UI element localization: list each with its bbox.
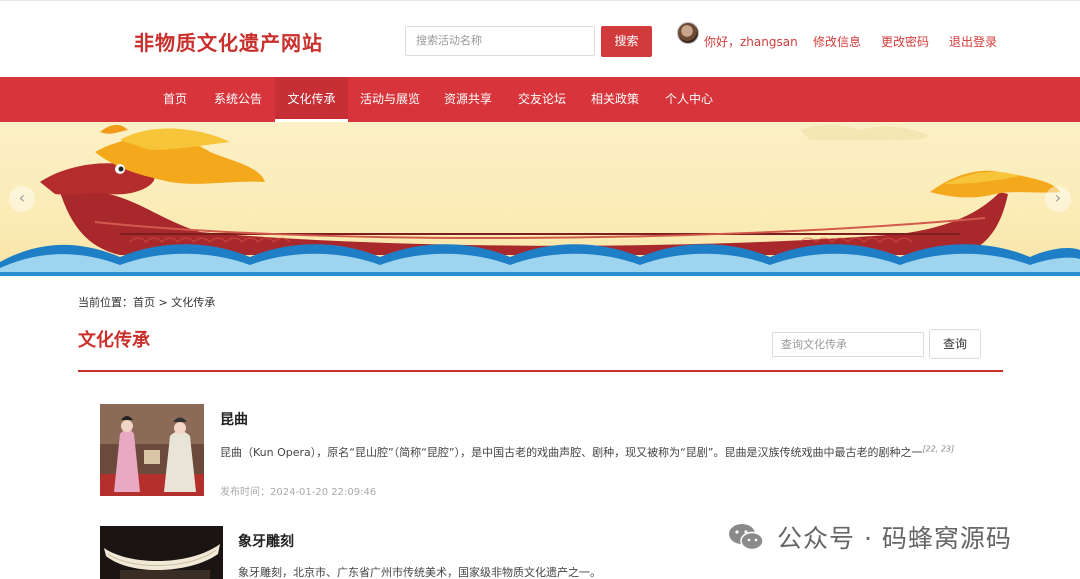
site-header: 非物质文化遗产网站 搜索活动名称 搜索 你好，zhangsan 修改信息 更改密… — [0, 0, 1080, 77]
item-date: 发布时间：2024-01-20 22:09:46 — [220, 487, 377, 498]
item-description: 象牙雕刻，北京市、广东省广州市传统美术，国家级非物质文化遗产之一。 — [238, 566, 601, 579]
nav-item-home[interactable]: 首页 — [156, 77, 194, 122]
main-nav: 首页 系统公告 文化传承 活动与展览 资源共享 交友论坛 相关政策 个人中心 — [0, 77, 1080, 122]
user-greeting: 你好，zhangsan — [704, 35, 798, 49]
logout-link[interactable]: 退出登录 — [949, 33, 997, 50]
search-button[interactable]: 搜索 — [601, 26, 652, 57]
wechat-watermark: 公众号 · 码蜂窝源码 — [727, 520, 1012, 554]
nav-item-culture[interactable]: 文化传承 — [275, 77, 348, 122]
nav-item-policies[interactable]: 相关政策 — [585, 77, 645, 122]
nav-item-resources[interactable]: 资源共享 — [438, 77, 498, 122]
title-divider — [78, 370, 1003, 372]
nav-item-announcements[interactable]: 系统公告 — [208, 77, 268, 122]
wechat-icon — [727, 522, 765, 552]
hero-banner[interactable]: ‹ › — [0, 122, 1080, 276]
culture-search-input[interactable]: 查询文化传承 — [772, 332, 924, 357]
kunqu-thumbnail[interactable] — [100, 404, 204, 496]
watermark-text: 公众号 · 码蜂窝源码 — [777, 524, 1012, 553]
dragon-boat-illustration — [0, 124, 1080, 276]
item-title[interactable]: 象牙雕刻 — [238, 531, 294, 551]
page-title: 文化传承 — [78, 330, 150, 351]
breadcrumb: 当前位置：首页 > 文化传承 — [78, 296, 216, 309]
item-description: 昆曲（Kun Opera），原名“昆山腔”（简称“昆腔”），是中国古老的戏曲声腔… — [220, 444, 955, 459]
site-logo[interactable]: 非物质文化遗产网站 — [134, 27, 323, 56]
nav-item-activities[interactable]: 活动与展览 — [356, 77, 424, 122]
ivory-carving-thumbnail[interactable] — [100, 526, 223, 579]
nav-item-forum[interactable]: 交友论坛 — [512, 77, 572, 122]
avatar[interactable] — [677, 22, 699, 44]
change-password-link[interactable]: 更改密码 — [881, 33, 929, 50]
nav-item-personal-center[interactable]: 个人中心 — [659, 77, 719, 122]
banner-prev-button[interactable]: ‹ — [9, 186, 35, 212]
banner-next-button[interactable]: › — [1045, 186, 1071, 212]
edit-profile-link[interactable]: 修改信息 — [813, 33, 861, 50]
query-button[interactable]: 查询 — [929, 329, 981, 359]
item-title[interactable]: 昆曲 — [220, 409, 248, 429]
activity-search-input[interactable]: 搜索活动名称 — [405, 26, 595, 56]
